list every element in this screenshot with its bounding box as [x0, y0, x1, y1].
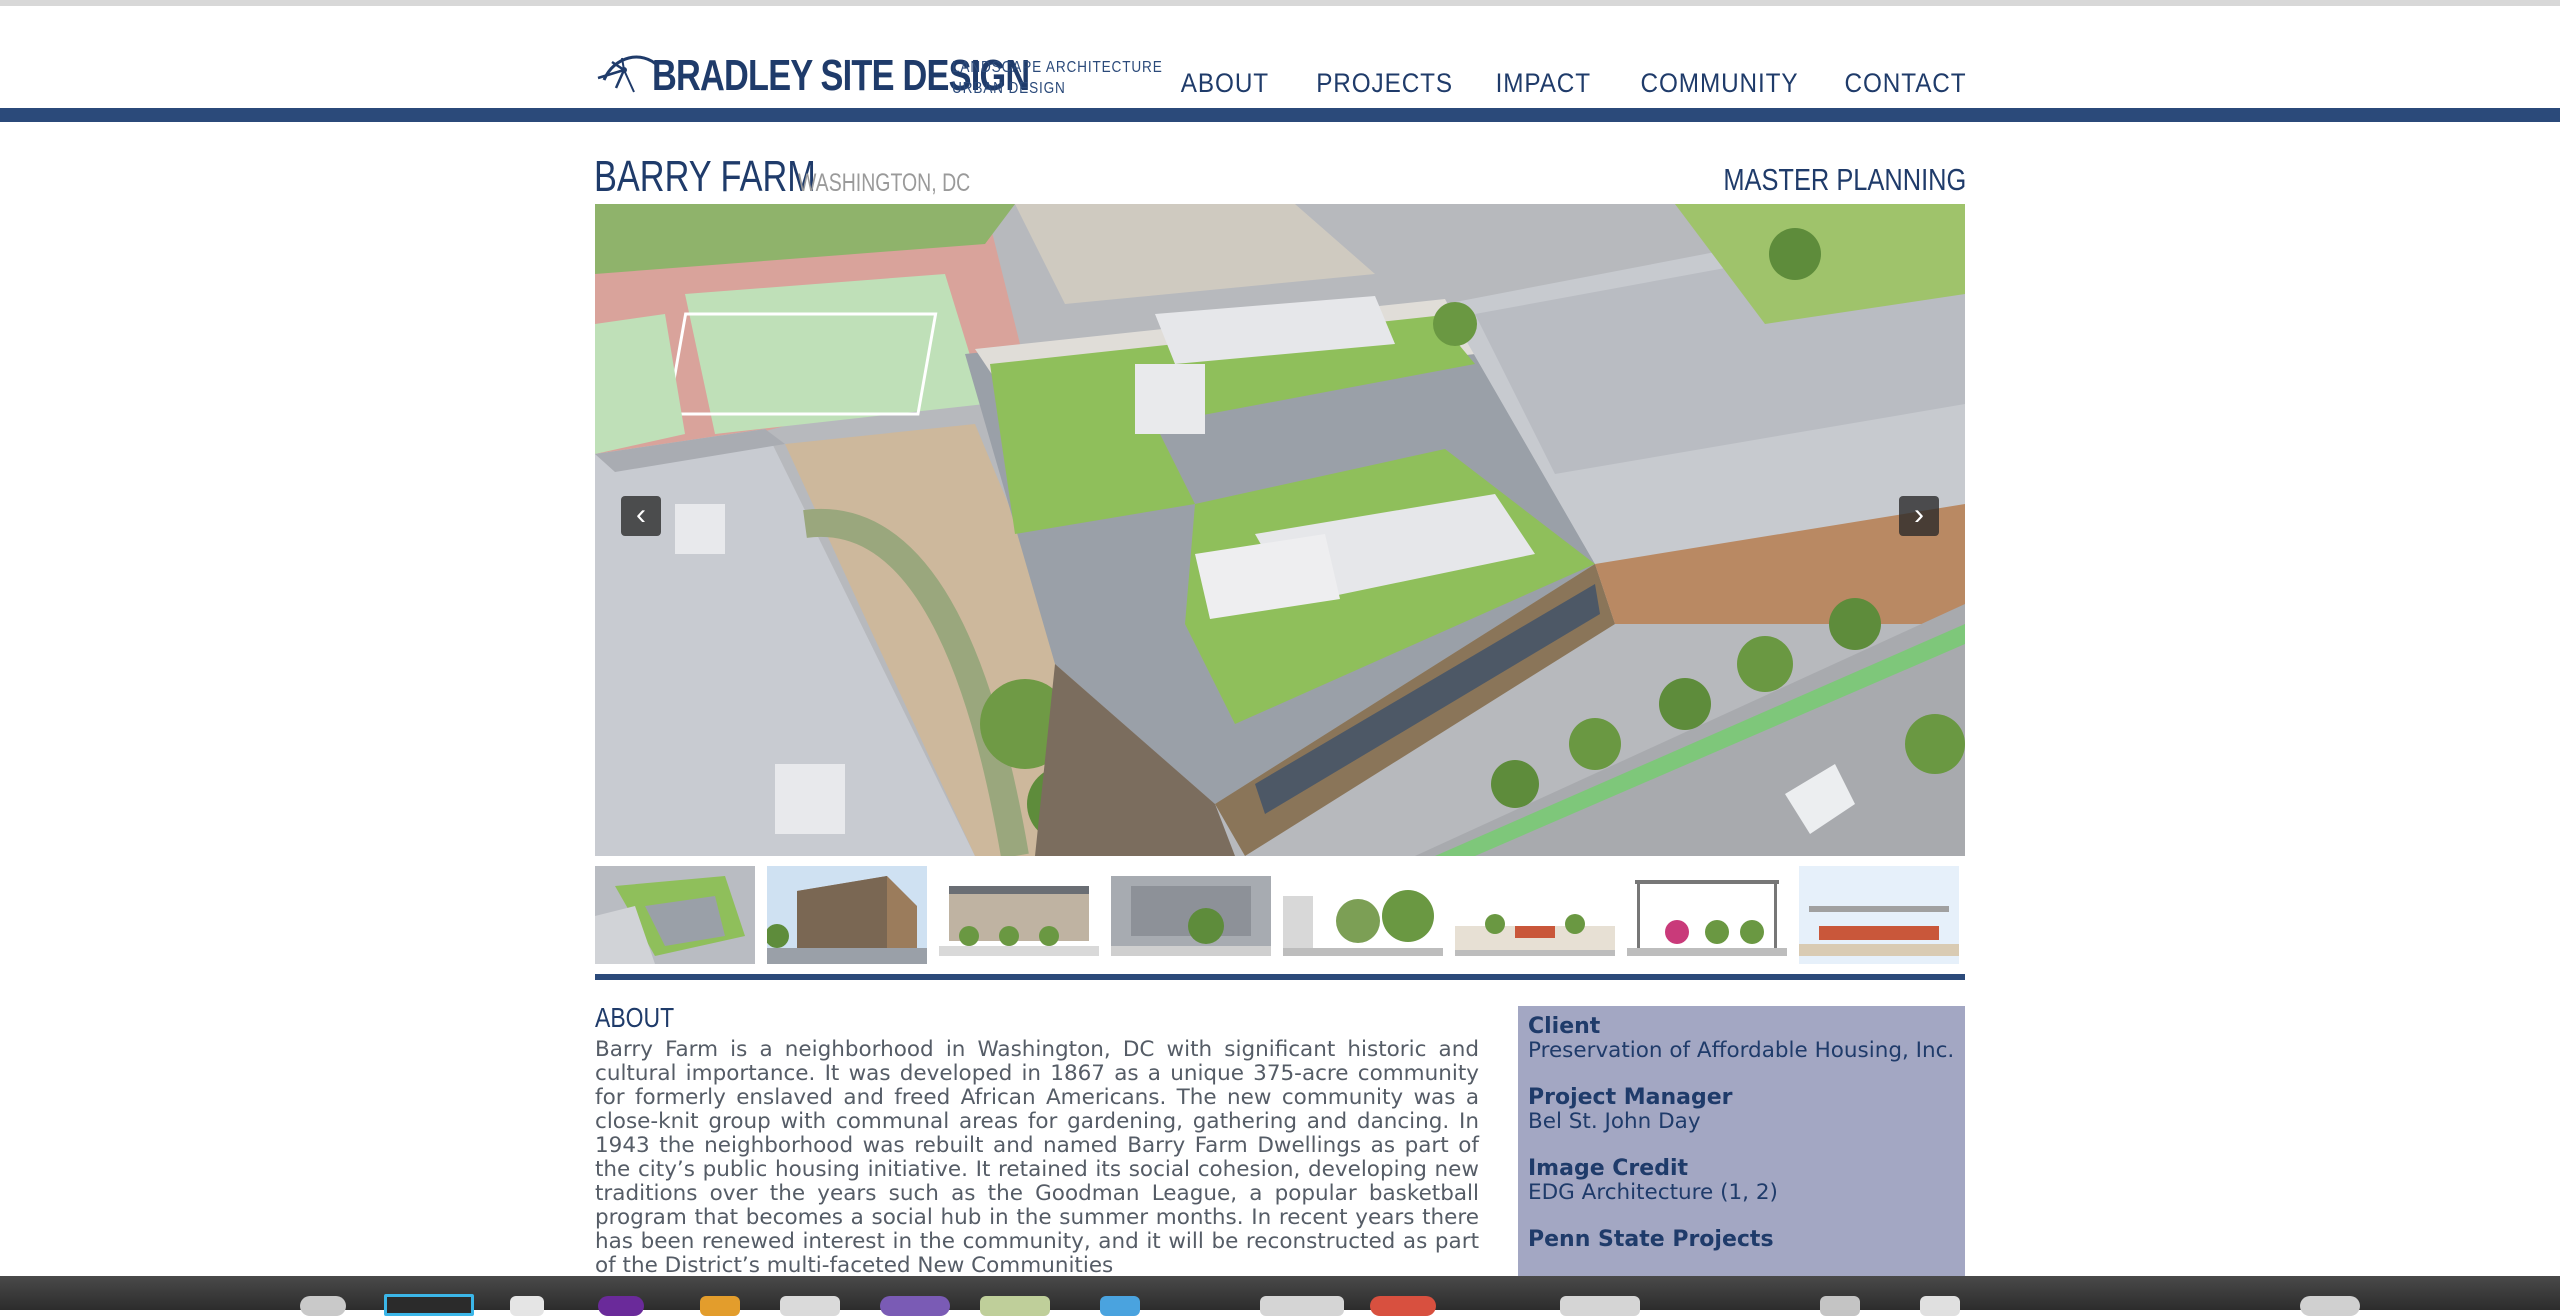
about-body-text: Barry Farm is a neighborhood in Washingt…: [595, 1037, 1479, 1278]
nav-contact[interactable]: CONTACT: [1844, 68, 1966, 99]
tagline-line-1: LANDSCAPE ARCHITECTURE: [952, 59, 1163, 76]
main-nav: ABOUT PROJECTS IMPACT COMMUNITY CONTACT: [1139, 68, 1966, 99]
dock-app-icon[interactable]: [1560, 1296, 1640, 1316]
header-divider-bar: [0, 108, 2560, 122]
client-value: Preservation of Affordable Housing, Inc.: [1528, 1038, 1955, 1063]
nav-about[interactable]: ABOUT: [1181, 68, 1269, 99]
dock-app-icon[interactable]: [1920, 1296, 1960, 1316]
dock-app-icon[interactable]: [510, 1296, 544, 1316]
dock-app-icon[interactable]: [1370, 1296, 1436, 1316]
aerial-rendering: [595, 204, 1965, 856]
about-section: ABOUT Barry Farm is a neighborhood in Wa…: [595, 1000, 1479, 1278]
dock-app-icon[interactable]: [980, 1296, 1050, 1316]
thumbnail-1[interactable]: [595, 866, 755, 964]
project-category[interactable]: MASTER PLANNING: [1723, 160, 1966, 200]
nav-community[interactable]: COMMUNITY: [1641, 68, 1799, 99]
logo-wordmark: BRADLEY SITE DESIGN: [652, 51, 1030, 100]
tagline-line-2: URBAN DESIGN: [952, 80, 1066, 97]
about-heading: ABOUT: [595, 1002, 675, 1033]
thumbnail-6[interactable]: [1455, 866, 1615, 964]
slideshow-next-button[interactable]: ›: [1899, 496, 1939, 536]
dock-app-icon[interactable]: [780, 1296, 840, 1316]
client-label: Client: [1528, 1014, 1601, 1039]
thumbnail-7[interactable]: [1627, 866, 1787, 964]
project-title-row: BARRY FARM WASHINGTON, DC MASTER PLANNIN…: [594, 150, 1966, 204]
dock-app-icon[interactable]: [880, 1296, 950, 1316]
dock-app-icon[interactable]: [1260, 1296, 1344, 1316]
dock-app-icon[interactable]: [700, 1296, 740, 1316]
thumbnail-2[interactable]: [767, 866, 927, 964]
project-manager-value: Bel St. John Day: [1528, 1109, 1701, 1134]
thumbnail-5[interactable]: [1283, 866, 1443, 964]
logo-tagline: LANDSCAPE ARCHITECTURE URBAN DESIGN: [952, 53, 1163, 99]
nav-projects[interactable]: PROJECTS: [1316, 68, 1453, 99]
thumbnail-4[interactable]: [1111, 866, 1271, 964]
project-info-panel: Client Preservation of Affordable Housin…: [1518, 1006, 1965, 1306]
project-location: WASHINGTON, DC: [798, 169, 971, 197]
thumbnail-divider: [595, 974, 1965, 980]
dragonfly-logo-icon: [597, 55, 660, 93]
thumbnail-strip: [595, 866, 1967, 964]
image-credit-label: Image Credit: [1528, 1156, 1689, 1181]
thumbnail-3[interactable]: [939, 866, 1099, 964]
thumbnail-8[interactable]: [1799, 866, 1959, 964]
dock-app-icon[interactable]: [300, 1296, 346, 1316]
image-credit-value: EDG Architecture (1, 2): [1528, 1180, 1778, 1205]
os-dock: [0, 1276, 2560, 1316]
site-logo[interactable]: BRADLEY SITE DESIGN LANDSCAPE ARCHITECTU…: [594, 44, 1200, 108]
nav-impact[interactable]: IMPACT: [1496, 68, 1591, 99]
hero-slideshow-image[interactable]: ‹ ›: [595, 204, 1965, 856]
project-title: BARRY FARM: [594, 152, 816, 201]
dock-app-icon[interactable]: [598, 1296, 644, 1316]
penn-state-projects-label: Penn State Projects: [1528, 1227, 1774, 1252]
slideshow-prev-button[interactable]: ‹: [621, 496, 661, 536]
site-header: BRADLEY SITE DESIGN LANDSCAPE ARCHITECTU…: [0, 6, 2560, 108]
dock-app-icon[interactable]: [384, 1294, 474, 1316]
dock-app-icon[interactable]: [1820, 1296, 1860, 1316]
dock-app-icon[interactable]: [2300, 1296, 2360, 1316]
dock-app-icon[interactable]: [1100, 1296, 1140, 1316]
project-manager-label: Project Manager: [1528, 1085, 1733, 1110]
